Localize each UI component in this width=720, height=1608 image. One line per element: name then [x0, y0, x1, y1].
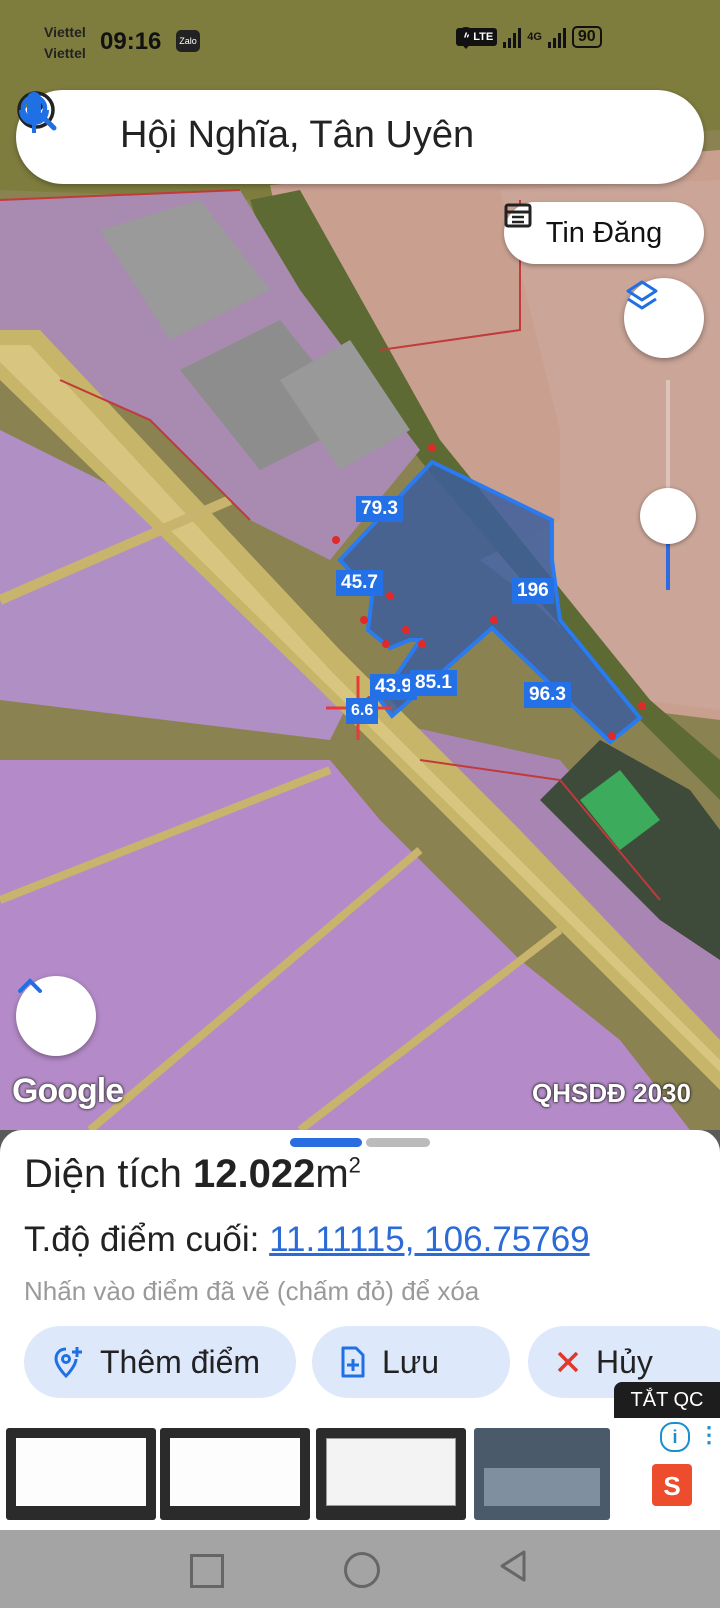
add-location-icon [54, 1347, 82, 1379]
expand-up-button[interactable] [16, 976, 96, 1056]
home-button-icon[interactable] [344, 1552, 380, 1588]
status-icons: VoLTE 4G 90 [456, 26, 602, 49]
back-button-icon[interactable] [496, 1548, 528, 1584]
area-label: Diện tích [24, 1152, 182, 1196]
signal-strength-icon [547, 26, 566, 48]
map-view[interactable]: 79.3 45.7 196 43.9 85.1 96.3 6.6 Viettel… [0, 0, 720, 1130]
more-vert-icon[interactable]: ⋮ [698, 1422, 720, 1448]
save-button[interactable]: Lưu [312, 1326, 510, 1398]
opacity-slider-fill [666, 540, 670, 590]
search-input[interactable]: Hội Nghĩa, Tân Uyên [120, 114, 474, 157]
battery-level: 90 [571, 26, 602, 48]
coord-row: T.độ điểm cuối: 11.11115, 106.75769 [24, 1220, 590, 1260]
area-row: Diện tích 12.022m2 [24, 1152, 361, 1197]
calendar-list-icon [504, 203, 532, 228]
info-icon[interactable]: i [660, 1422, 690, 1452]
layer-label: QHSDĐ 2030 [532, 1078, 691, 1108]
measure-label: 196 [512, 578, 554, 604]
mic-icon[interactable] [16, 90, 52, 136]
ad-product-image[interactable] [316, 1428, 466, 1520]
ad-product-image[interactable] [6, 1428, 156, 1520]
measure-label: 85.1 [410, 670, 457, 696]
add-point-label: Thêm điểm [100, 1343, 261, 1380]
carrier-line-1: Viettel [44, 24, 86, 40]
zalo-notification-icon: Zalo [176, 30, 200, 52]
layers-button[interactable] [624, 278, 704, 358]
hint-text: Nhấn vào điểm đã vẽ (chấm đỏ) để xóa [24, 1276, 480, 1306]
search-bar[interactable]: Hội Nghĩa, Tân Uyên [16, 90, 704, 184]
measure-sheet: Diện tích 12.022m2 T.độ điểm cuối: 11.11… [0, 1130, 720, 1420]
chevron-up-icon [18, 978, 42, 993]
location-pin-icon [458, 27, 474, 49]
ad-product-image[interactable] [160, 1428, 310, 1520]
measure-label: 96.3 [524, 682, 571, 708]
measure-label: 45.7 [336, 570, 383, 596]
system-nav-bar [0, 1530, 720, 1608]
save-label: Lưu [382, 1343, 440, 1380]
add-point-button[interactable]: Thêm điểm [24, 1326, 296, 1398]
ad-banner[interactable]: i ⋮ S [0, 1418, 720, 1530]
measure-label: 79.3 [356, 496, 403, 522]
layers-icon [626, 280, 658, 310]
area-value: 12.022 [192, 1152, 316, 1196]
opacity-slider-thumb[interactable] [640, 488, 696, 544]
sheet-handle[interactable] [366, 1138, 430, 1147]
signal-strength-icon [503, 26, 522, 48]
coord-label: T.độ điểm cuối: [24, 1220, 260, 1259]
ad-product-image[interactable] [474, 1428, 610, 1520]
measure-label: 6.6 [346, 698, 379, 724]
area-unit: m [315, 1152, 349, 1196]
cancel-label: Hủy [596, 1343, 653, 1380]
listing-chip-label: Tin Đăng [545, 216, 663, 249]
close-icon [557, 1351, 579, 1373]
google-watermark: Google [12, 1072, 124, 1110]
network-type: 4G [527, 31, 542, 43]
area-exponent: 2 [348, 1152, 361, 1178]
save-file-icon [341, 1346, 365, 1378]
carrier-name: Viettel Viettel [44, 22, 86, 64]
clock: 09:16 [100, 28, 162, 55]
sheet-handle-active[interactable] [290, 1138, 362, 1147]
carrier-line-2: Viettel [44, 45, 86, 61]
coord-link[interactable]: 11.11115, 106.75769 [269, 1220, 590, 1259]
shopee-bag-icon[interactable]: S [652, 1464, 692, 1506]
listing-chip-button[interactable]: Tin Đăng [504, 202, 704, 264]
status-bar: Viettel Viettel 09:16 Zalo VoLTE 4G 90 [0, 0, 720, 80]
close-ad-button[interactable]: TẮT QC [614, 1382, 720, 1418]
recents-button-icon[interactable] [190, 1554, 224, 1588]
